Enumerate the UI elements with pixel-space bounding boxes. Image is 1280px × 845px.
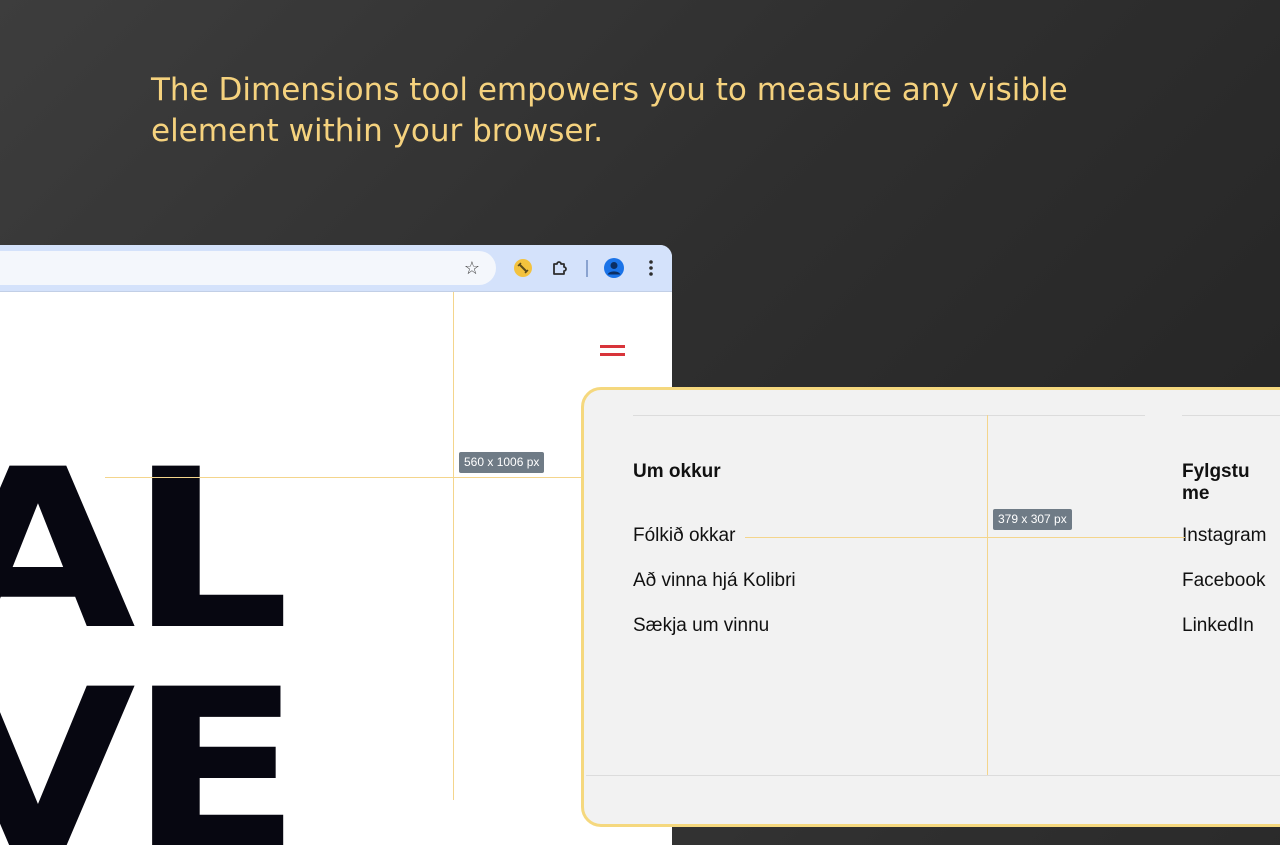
- profile-icon[interactable]: [603, 257, 625, 279]
- hero-text: AL VE: [0, 422, 302, 845]
- footer-link[interactable]: Sækja um vinnu: [633, 615, 769, 637]
- address-bar[interactable]: [0, 251, 496, 285]
- measure-guide-horizontal: [745, 537, 1185, 538]
- headline: The Dimensions tool empowers you to meas…: [151, 72, 1068, 149]
- footer-col-title: Fylgstu me: [1182, 461, 1250, 504]
- measure-guide-vertical: [987, 415, 988, 775]
- hamburger-menu-icon[interactable]: [600, 345, 625, 359]
- more-vert-icon[interactable]: [640, 257, 662, 279]
- footer-link[interactable]: Instagram: [1182, 525, 1266, 547]
- zoomed-footer-card: Um okkur Fólkið okkar Að vinna hjá Kolib…: [581, 387, 1280, 827]
- footer-link[interactable]: Fólkið okkar: [633, 525, 735, 547]
- measurement-label: 379 x 307 px: [993, 509, 1072, 530]
- footer-link[interactable]: Að vinna hjá Kolibri: [633, 570, 796, 592]
- footer-divider: [1182, 415, 1280, 416]
- measure-guide-vertical: [453, 292, 454, 800]
- toolbar-divider: [586, 260, 588, 277]
- browser-window: ☆ L E: [0, 245, 672, 845]
- puzzle-icon[interactable]: [549, 257, 571, 279]
- browser-toolbar: ☆: [0, 245, 672, 292]
- measure-guide-horizontal: [105, 477, 585, 478]
- footer-col-title: Um okkur: [633, 461, 721, 482]
- footer-link[interactable]: LinkedIn: [1182, 615, 1254, 637]
- dimensions-extension-icon[interactable]: [513, 258, 533, 278]
- measurement-label: 560 x 1006 px: [459, 452, 545, 473]
- web-page: AL VE: [0, 292, 672, 845]
- footer-link[interactable]: Facebook: [1182, 570, 1265, 592]
- footer-divider: [586, 775, 1280, 776]
- star-icon[interactable]: ☆: [462, 258, 482, 278]
- footer-divider: [633, 415, 1145, 416]
